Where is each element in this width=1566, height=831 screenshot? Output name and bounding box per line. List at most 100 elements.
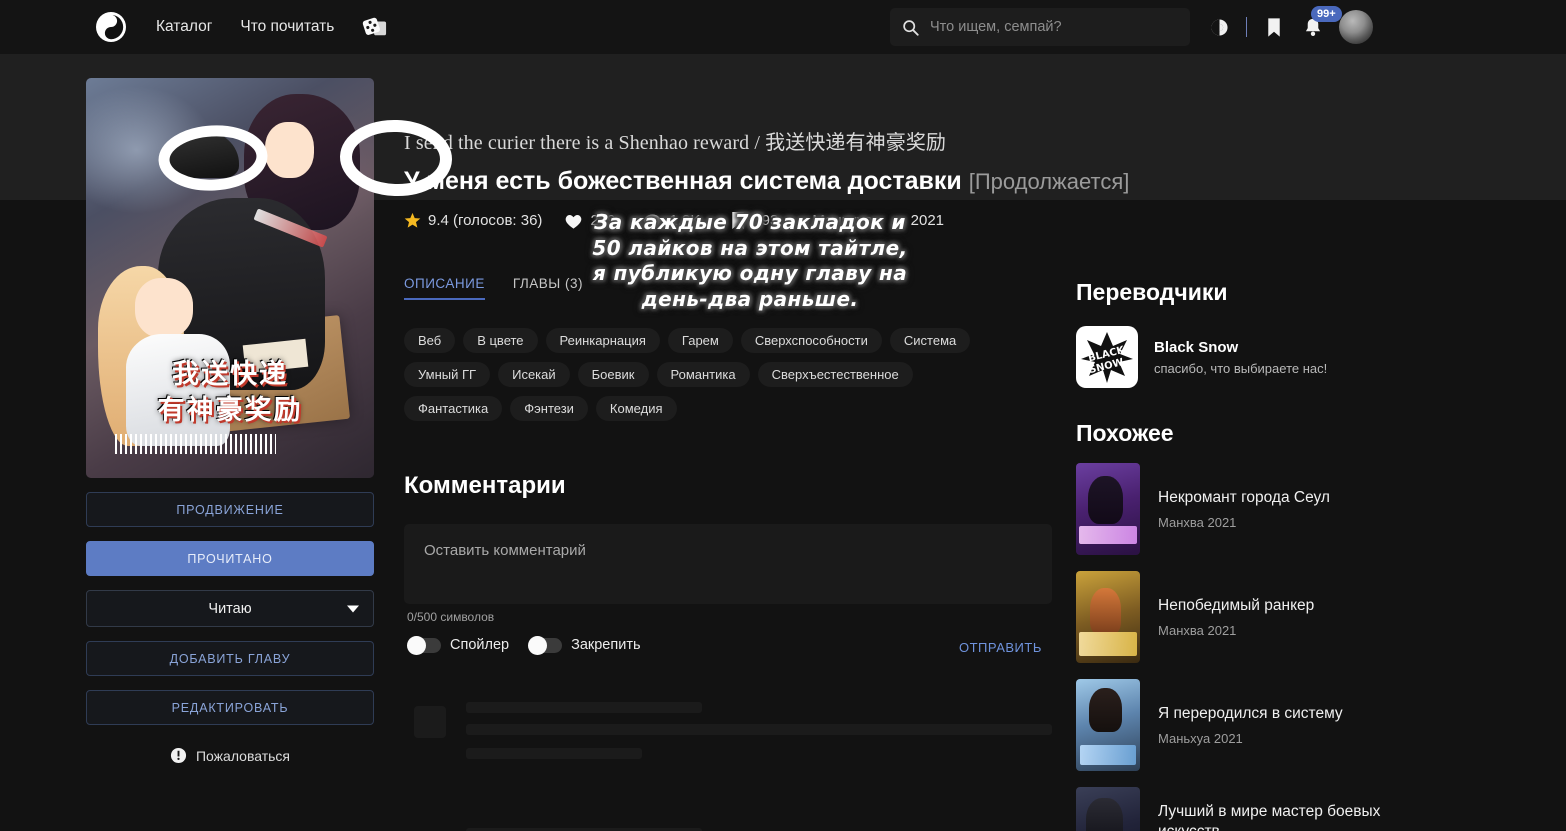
tab-description[interactable]: ОПИСАНИЕ [404, 276, 485, 300]
bookmarks-button[interactable] [1255, 8, 1293, 46]
report-link[interactable]: Пожаловаться [86, 747, 374, 764]
add-chapter-button[interactable]: ДОБАВИТЬ ГЛАВУ [86, 641, 374, 676]
notifications-badge: 99+ [1311, 6, 1342, 23]
main-title-text: У меня есть божественная система доставк… [404, 167, 962, 195]
bookmarks-value: 393 [753, 212, 779, 229]
pin-switch[interactable] [528, 635, 563, 655]
tag-item[interactable]: Гарем [667, 328, 733, 353]
top-header: Каталог Что почитать Что ищем, семпай? 9… [0, 0, 1566, 54]
bookmarks-counter[interactable]: 393 [730, 211, 778, 230]
nav-item-catalog[interactable]: Каталог [156, 18, 212, 36]
views-counter: 1.2K [643, 212, 700, 229]
similar-info: Лучший в мире мастер боевых искусств Ман… [1158, 802, 1408, 831]
black-snow-logo-icon: BLACK SNOW [1081, 332, 1133, 383]
char-counter: 0/500 символов [407, 610, 495, 624]
cover-image[interactable]: 我送快递 有神豪奖励 [86, 78, 374, 478]
nav-item-what-to-read[interactable]: Что почитать [240, 18, 334, 36]
reading-status-select[interactable]: Читаю [86, 590, 374, 627]
translator-logo: BLACK SNOW [1076, 326, 1138, 388]
translators-heading: Переводчики [1076, 279, 1228, 305]
similar-info: Некромант города Сеул Манхва 2021 [1158, 488, 1330, 530]
report-label: Пожаловаться [195, 747, 290, 764]
header-actions: 99+ [1200, 0, 1373, 54]
list-item[interactable]: Лучший в мире мастер боевых искусств Ман… [1076, 787, 1496, 831]
alt-title: I send the curier there is a Shenhao rew… [404, 132, 947, 154]
reading-status-value: Читаю [208, 600, 252, 617]
tag-item[interactable]: Романтика [656, 362, 750, 387]
pin-label: Закрепить [571, 637, 641, 653]
tag-item[interactable]: Веб [404, 328, 456, 353]
tag-item[interactable]: Исекай [498, 362, 570, 387]
chevron-down-icon [347, 605, 359, 612]
main-nav: Каталог Что почитать [156, 18, 334, 36]
avatar[interactable] [1339, 10, 1373, 44]
similar-title: Лучший в мире мастер боевых искусств [1158, 802, 1381, 831]
yin-yang-logo-icon [98, 14, 124, 40]
theme-contrast-icon [1210, 18, 1228, 36]
meta-row: 9.4 (голосов: 36) 209 1.2K 393 Маньхуа 2… [404, 211, 1052, 230]
list-item[interactable]: Некромант города Сеул Манхва 2021 [1076, 463, 1496, 555]
right-sidebar: Переводчики BLACK SNOW Black Snow спасиб… [1076, 279, 1496, 831]
promote-button[interactable]: ПРОДВИЖЕНИЕ [86, 492, 374, 527]
spoiler-switch[interactable] [407, 635, 441, 655]
theme-toggle-button[interactable] [1200, 8, 1238, 46]
similar-subtitle: Маньхуа 2021 [1158, 731, 1243, 747]
bookmark-icon [1268, 17, 1280, 37]
views-value: 1.2K [669, 212, 701, 229]
search-bar[interactable] [890, 8, 1190, 46]
tag-item[interactable]: Сверхспособности [740, 328, 882, 353]
tab-chapters[interactable]: ГЛАВЫ (3) [513, 276, 583, 300]
rating-item: 9.4 (голосов: 36) [404, 212, 542, 229]
translator-item[interactable]: BLACK SNOW Black Snow спасибо, что выбир… [1076, 326, 1496, 388]
spoiler-toggle[interactable]: Спойлер [407, 635, 510, 655]
skeleton-line [466, 748, 642, 759]
send-comment-button[interactable]: ОТПРАВИТЬ [959, 640, 1042, 655]
search-icon [903, 19, 919, 36]
bookmark-icon [732, 211, 745, 230]
skeleton-line [466, 724, 1052, 735]
notifications-button[interactable]: 99+ [1293, 6, 1342, 46]
tag-item[interactable]: Фэнтези [510, 396, 588, 421]
translator-name: Black Snow [1154, 338, 1239, 356]
likes-counter[interactable]: 209 [564, 212, 615, 230]
similar-title: Я переродился в систему [1158, 704, 1343, 722]
search-input[interactable] [930, 19, 1178, 35]
tag-item[interactable]: Реинкарнация [545, 328, 660, 353]
tag-item[interactable]: Умный ГГ [404, 362, 491, 387]
tag-item[interactable]: Система [889, 328, 971, 353]
similar-thumbnail [1076, 571, 1140, 663]
spoiler-label: Спойлер [450, 637, 510, 653]
comment-skeleton [404, 702, 1052, 766]
similar-info: Непобедимый ранкер Манхва 2021 [1158, 596, 1314, 638]
site-logo[interactable] [96, 12, 126, 42]
cover-title-line1: 我送快递 [171, 359, 288, 390]
similar-subtitle: Манхва 2021 [1158, 623, 1237, 639]
rating-value: 9.4 (голосов: 36) [428, 212, 543, 229]
title-info: I send the curier there is a Shenhao rew… [404, 126, 1129, 230]
tag-item[interactable]: Сверхъестественное [757, 362, 913, 387]
dice-icon[interactable] [362, 14, 388, 40]
list-item[interactable]: Я переродился в систему Маньхуа 2021 [1076, 679, 1496, 771]
edit-button[interactable]: РЕДАКТИРОВАТЬ [86, 690, 374, 725]
similar-thumbnail [1076, 463, 1140, 555]
tag-item[interactable]: Фантастика [404, 396, 503, 421]
similar-info: Я переродился в систему Маньхуа 2021 [1158, 704, 1343, 746]
comment-input[interactable]: Оставить комментарий [404, 524, 1052, 604]
tag-item[interactable]: В цвете [463, 328, 538, 353]
mark-read-button[interactable]: ПРОЧИТАНО [86, 541, 374, 576]
comment-options: Спойлер Закрепить [407, 635, 641, 655]
pin-toggle[interactable]: Закрепить [528, 635, 641, 655]
similar-subtitle: Манхва 2021 [1158, 515, 1237, 531]
similar-list: Некромант города Сеул Манхва 2021 Непобе… [1076, 463, 1496, 831]
tag-item[interactable]: Боевик [577, 362, 649, 387]
skeleton-avatar [414, 706, 446, 738]
title-year: 2021 [910, 212, 945, 229]
page-title: У меня есть божественная система доставк… [404, 167, 1129, 196]
tag-item[interactable]: Комедия [595, 396, 677, 421]
similar-thumbnail [1076, 679, 1140, 771]
star-icon [404, 212, 421, 228]
heart-icon [566, 214, 582, 229]
header-divider [1246, 17, 1247, 37]
list-item[interactable]: Непобедимый ранкер Манхва 2021 [1076, 571, 1496, 663]
similar-thumbnail [1076, 787, 1140, 831]
